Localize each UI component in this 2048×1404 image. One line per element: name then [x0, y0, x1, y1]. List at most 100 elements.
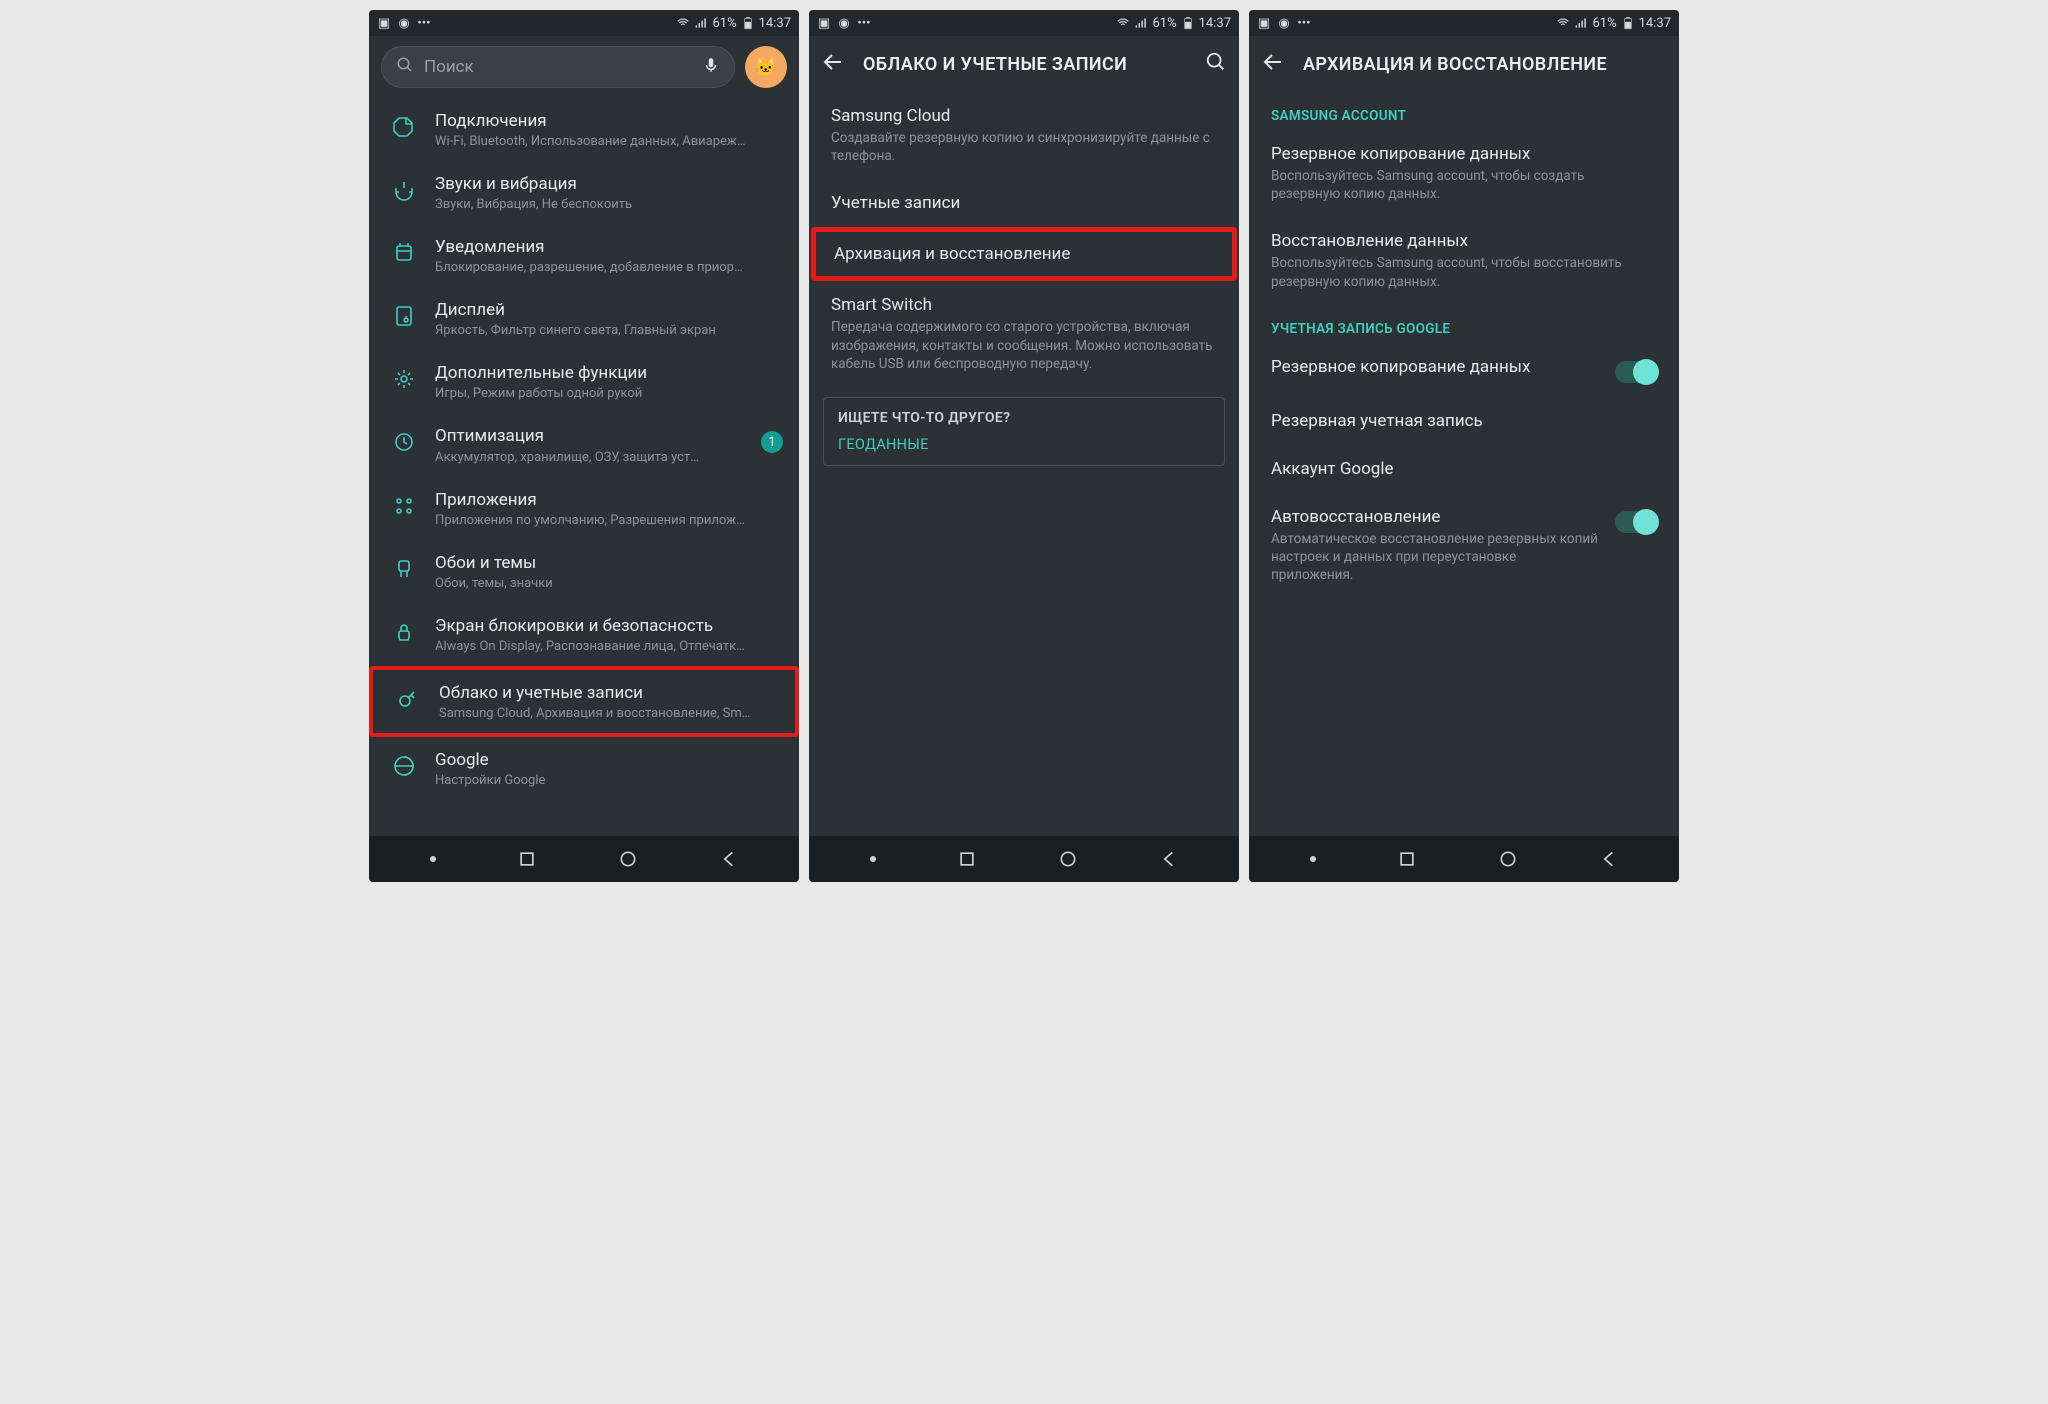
header-search-button[interactable]: [1205, 51, 1227, 77]
settings-item-7[interactable]: Обои и темы Обои, темы, значки: [369, 540, 799, 603]
entries-list: Samsung Cloud Создавайте резервную копию…: [809, 92, 1239, 387]
clock: 14:37: [1199, 16, 1231, 31]
item-icon: [393, 684, 423, 714]
nav-recent-button[interactable]: [1397, 849, 1417, 869]
samsung-account-list: Резервное копирование данных Воспользуйт…: [1249, 130, 1679, 305]
status-bar: ▣ ◉ ••• 61% 14:37: [369, 10, 799, 36]
google-item-1[interactable]: Резервная учетная запись: [1249, 397, 1679, 445]
signal-icon: [1574, 16, 1588, 30]
battery-icon: [741, 16, 755, 30]
back-button[interactable]: [821, 50, 845, 78]
settings-item-3[interactable]: Дисплей Яркость, Фильтр синего света, Гл…: [369, 287, 799, 350]
nav-bar: [1249, 836, 1679, 882]
item-subtitle: Samsung Cloud, Архивация и восстановлени…: [439, 706, 779, 721]
cloud-entry-0[interactable]: Samsung Cloud Создавайте резервную копию…: [809, 92, 1239, 179]
item-subtitle: Аккумулятор, хранилище, ОЗУ, защита уст…: [435, 450, 745, 465]
entry-title: Учетные записи: [831, 193, 1217, 213]
entry-subtitle: Передача содержимого со старого устройст…: [831, 318, 1217, 373]
suggestion-card: ИЩЕТЕ ЧТО-ТО ДРУГОЕ? ГЕОДАННЫЕ: [823, 397, 1225, 466]
toggle-switch[interactable]: [1615, 511, 1657, 533]
nav-dot[interactable]: [870, 856, 876, 862]
battery-percent: 61%: [1592, 16, 1616, 31]
nav-home-button[interactable]: [618, 849, 638, 869]
entry-title: Samsung Cloud: [831, 106, 1217, 126]
item-icon: [389, 491, 419, 521]
signal-icon: [1134, 16, 1148, 30]
settings-item-6[interactable]: Приложения Приложения по умолчанию, Разр…: [369, 477, 799, 540]
section-samsung-account: SAMSUNG ACCOUNT: [1249, 92, 1679, 130]
google-item-2[interactable]: Аккаунт Google: [1249, 445, 1679, 493]
nav-home-button[interactable]: [1058, 849, 1078, 869]
google-item-3[interactable]: Автовосстановление Автоматическое восста…: [1249, 493, 1679, 599]
nav-dot[interactable]: [1310, 856, 1316, 862]
item-icon: [389, 751, 419, 781]
nav-recent-button[interactable]: [957, 849, 977, 869]
entry-title: Резервная учетная запись: [1271, 411, 1657, 431]
nfc-icon: ◉: [397, 16, 411, 30]
settings-item-5[interactable]: Оптимизация Аккумулятор, хранилище, ОЗУ,…: [369, 413, 799, 476]
search-row: Поиск 🐱: [369, 36, 799, 98]
item-icon: [389, 175, 419, 205]
nav-back-button[interactable]: [719, 849, 739, 869]
screen-header: АРХИВАЦИЯ И ВОССТАНОВЛЕНИЕ: [1249, 36, 1679, 92]
nav-dot[interactable]: [430, 856, 436, 862]
samsung-item-1[interactable]: Восстановление данных Воспользуйтесь Sam…: [1249, 217, 1679, 304]
item-title: Облако и учетные записи: [439, 682, 779, 704]
item-title: Обои и темы: [435, 552, 783, 574]
google-item-0[interactable]: Резервное копирование данных: [1249, 343, 1679, 397]
nav-recent-button[interactable]: [517, 849, 537, 869]
mic-icon[interactable]: [702, 56, 720, 79]
item-subtitle: Приложения по умолчанию, Разрешения прил…: [435, 513, 783, 528]
nfc-icon: ◉: [1277, 16, 1291, 30]
back-button[interactable]: [1261, 50, 1285, 78]
settings-item-8[interactable]: Экран блокировки и безопасность Always O…: [369, 603, 799, 666]
wifi-icon: [676, 16, 690, 30]
item-title: Звуки и вибрация: [435, 173, 783, 195]
battery-percent: 61%: [712, 16, 736, 31]
item-title: Google: [435, 749, 783, 771]
entry-title: Автовосстановление: [1271, 507, 1601, 527]
item-icon: [389, 301, 419, 331]
settings-item-2[interactable]: Уведомления Блокирование, разрешение, до…: [369, 224, 799, 287]
settings-item-0[interactable]: Подключения Wi-Fi, Bluetooth, Использова…: [369, 98, 799, 161]
item-title: Уведомления: [435, 236, 783, 258]
item-subtitle: Wi-Fi, Bluetooth, Использование данных, …: [435, 134, 783, 149]
battery-icon: [1181, 16, 1195, 30]
clock: 14:37: [759, 16, 791, 31]
suggestion-link[interactable]: ГЕОДАННЫЕ: [838, 436, 1210, 453]
cloud-entry-1[interactable]: Учетные записи: [809, 179, 1239, 227]
entry-title: Аккаунт Google: [1271, 459, 1657, 479]
signal-icon: [694, 16, 708, 30]
entry-title: Smart Switch: [831, 295, 1217, 315]
profile-avatar[interactable]: 🐱: [745, 46, 787, 88]
item-title: Дисплей: [435, 299, 783, 321]
item-icon: [389, 238, 419, 268]
nav-back-button[interactable]: [1159, 849, 1179, 869]
nav-back-button[interactable]: [1599, 849, 1619, 869]
nav-home-button[interactable]: [1498, 849, 1518, 869]
nav-bar: [369, 836, 799, 882]
settings-item-10[interactable]: Google Настройки Google: [369, 737, 799, 800]
entry-title: Резервное копирование данных: [1271, 357, 1601, 377]
item-title: Подключения: [435, 110, 783, 132]
item-icon: [389, 364, 419, 394]
settings-item-4[interactable]: Дополнительные функции Игры, Режим работ…: [369, 350, 799, 413]
settings-item-9[interactable]: Облако и учетные записи Samsung Cloud, А…: [369, 666, 799, 737]
google-account-list: Резервное копирование данных Резервная у…: [1249, 343, 1679, 599]
item-title: Оптимизация: [435, 425, 745, 447]
section-google-account: УЧЕТНАЯ ЗАПИСЬ GOOGLE: [1249, 305, 1679, 343]
nfc-icon: ◉: [837, 16, 851, 30]
screen-header: ОБЛАКО И УЧЕТНЫЕ ЗАПИСИ: [809, 36, 1239, 92]
cloud-entry-2[interactable]: Архивация и восстановление: [811, 227, 1237, 281]
entry-subtitle: Автоматическое восстановление резервных …: [1271, 530, 1601, 585]
item-badge: 1: [761, 431, 783, 453]
search-input[interactable]: Поиск: [381, 46, 735, 88]
toggle-switch[interactable]: [1615, 361, 1657, 383]
item-title: Дополнительные функции: [435, 362, 783, 384]
cloud-entry-3[interactable]: Smart Switch Передача содержимого со ста…: [809, 281, 1239, 387]
image-icon: ▣: [377, 16, 391, 30]
suggestion-heading: ИЩЕТЕ ЧТО-ТО ДРУГОЕ?: [838, 410, 1210, 426]
status-bar: ▣ ◉ ••• 61% 14:37: [1249, 10, 1679, 36]
settings-item-1[interactable]: Звуки и вибрация Звуки, Вибрация, Не бес…: [369, 161, 799, 224]
samsung-item-0[interactable]: Резервное копирование данных Воспользуйт…: [1249, 130, 1679, 217]
